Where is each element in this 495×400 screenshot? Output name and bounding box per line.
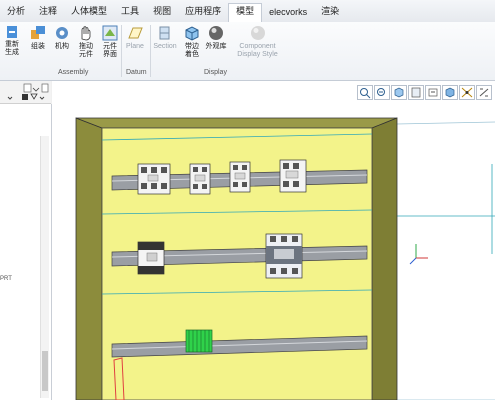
cabinet-model[interactable]	[52, 104, 495, 400]
contactor[interactable]	[137, 241, 165, 275]
regenerate-label: 重新 生成	[5, 41, 19, 56]
zoom-in-button[interactable]	[357, 85, 373, 100]
zoom-out-icon	[377, 88, 385, 96]
mechanism-button[interactable]: 机构	[50, 24, 74, 51]
ribbon-tab-bar: 分析 注释 人体模型 工具 视图 应用程序 模型 elecvorks 渲染	[0, 0, 495, 23]
circuit-breaker[interactable]	[279, 159, 307, 193]
component-interface-label: 元件 界面	[103, 43, 117, 58]
group-label-assembly: Assembly	[58, 69, 89, 76]
section-button[interactable]: Section	[151, 24, 179, 51]
drag-component-label: 拖动 元件	[79, 43, 93, 58]
tab-view[interactable]: 视图	[146, 4, 178, 22]
annotation-display-icon	[479, 88, 489, 97]
plane-label: Plane	[126, 43, 144, 50]
tab-manikin[interactable]: 人体模型	[64, 4, 114, 22]
left-panel-toolbar	[0, 81, 51, 104]
cabinet-right-wall	[371, 117, 398, 400]
contactor-large[interactable]	[265, 233, 303, 279]
display-style-cube-icon	[445, 87, 455, 98]
repaint-icon	[411, 87, 421, 98]
group-label-datum: Datum	[126, 69, 147, 76]
model-tree-fragment-text: PRT	[0, 276, 12, 282]
assemble-icon	[31, 26, 45, 39]
repaint-button[interactable]	[408, 85, 424, 100]
plane-button[interactable]: Plane	[122, 24, 148, 51]
group-label-display: Display	[204, 69, 227, 76]
tab-render[interactable]: 渲染	[314, 4, 346, 22]
ribbon-panel: 重新 生成 组装 机构 拖动 元件 元件 界面 Plane Section 带边…	[0, 22, 495, 81]
shading-with-edges-button[interactable]: 带边 着色	[180, 24, 204, 59]
component-display-style-button[interactable]: Component Display Style	[230, 24, 285, 59]
scrollbar-thumb[interactable]	[42, 351, 48, 391]
datum-display-button[interactable]	[459, 85, 475, 100]
tab-model[interactable]: 模型	[228, 3, 263, 22]
regenerate-icon	[7, 26, 17, 38]
section-label: Section	[153, 43, 177, 50]
coordinate-system-icon	[409, 244, 428, 265]
display-style-button[interactable]	[442, 85, 458, 100]
refit-button[interactable]	[391, 85, 407, 100]
tab-analysis[interactable]: 分析	[0, 4, 32, 22]
shading-with-edges-label: 带边 着色	[185, 43, 199, 58]
plane-icon	[128, 27, 143, 39]
terminal-block[interactable]	[185, 329, 213, 353]
component-interface-icon	[102, 25, 118, 41]
cabinet-left-wall	[75, 117, 103, 400]
sphere-icon	[209, 26, 223, 40]
appearance-library-button[interactable]: 外观库	[204, 24, 228, 51]
saved-orientations-icon	[428, 88, 438, 97]
cube-icon	[185, 26, 199, 41]
model-tree-scrollbar[interactable]	[40, 136, 49, 398]
regenerate-button[interactable]: 重新 生成	[0, 24, 24, 57]
circuit-breaker[interactable]	[189, 163, 211, 195]
tab-applications[interactable]: 应用程序	[178, 4, 228, 22]
tab-annotate[interactable]: 注释	[32, 4, 64, 22]
display-style-icon	[250, 26, 265, 40]
model-tree-tools	[7, 83, 49, 100]
hand-icon	[81, 26, 91, 41]
cabinet-top-wall	[75, 117, 398, 129]
tab-elecworks[interactable]: elecvorks	[262, 7, 314, 22]
zoom-out-button[interactable]	[374, 85, 390, 100]
refit-icon	[394, 87, 404, 98]
assemble-button[interactable]: 组装	[26, 24, 50, 51]
datum-display-icon	[461, 87, 473, 98]
component-interface-button[interactable]: 元件 界面	[98, 24, 122, 59]
tab-tools[interactable]: 工具	[114, 4, 146, 22]
mechanism-label: 机构	[55, 43, 69, 50]
zoom-icon	[360, 88, 371, 99]
component-display-style-label: Component Display Style	[237, 43, 278, 58]
circuit-breaker[interactable]	[137, 163, 171, 195]
section-icon	[159, 26, 170, 40]
circuit-breaker[interactable]	[229, 161, 251, 193]
saved-orientations-button[interactable]	[425, 85, 441, 100]
gear-icon	[56, 27, 68, 39]
assemble-label: 组装	[31, 43, 45, 50]
annotation-display-button[interactable]	[476, 85, 492, 100]
drag-component-button[interactable]: 拖动 元件	[74, 24, 98, 59]
model-tree-panel[interactable]: PRT	[0, 104, 52, 400]
appearance-library-label: 外观库	[205, 43, 227, 50]
